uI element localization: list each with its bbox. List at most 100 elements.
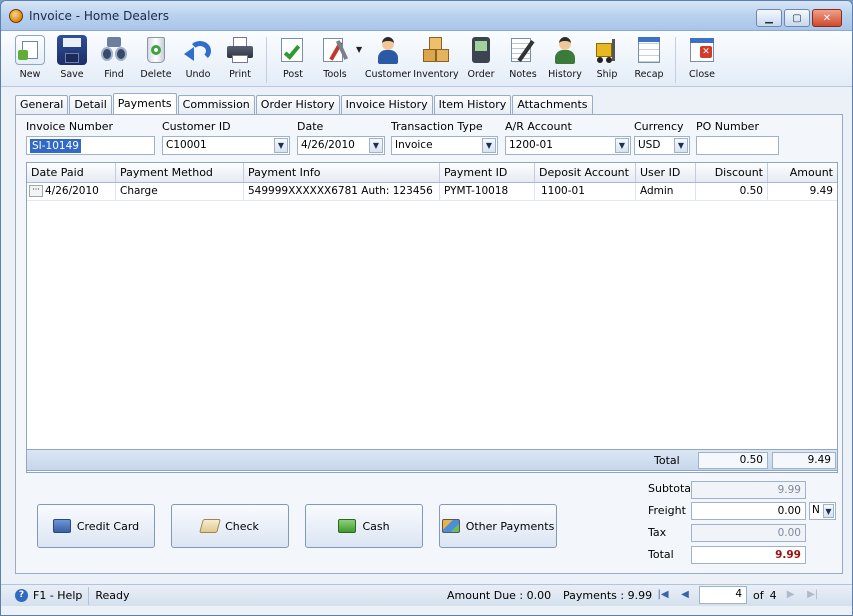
currency-combo[interactable]: USD ▼ bbox=[634, 136, 690, 155]
toolbar-label: Tools bbox=[323, 69, 347, 80]
cell-deposit-account[interactable]: 1100-01 bbox=[535, 183, 636, 200]
recycle-bin-icon bbox=[141, 35, 171, 65]
chevron-down-icon[interactable]: ▼ bbox=[274, 138, 288, 153]
record-number-input[interactable]: 4 bbox=[699, 586, 747, 604]
close-window-button[interactable]: ✕ bbox=[812, 9, 842, 27]
toolbar-label: Customer bbox=[364, 69, 412, 80]
freight-field[interactable]: 0.00 bbox=[691, 502, 806, 520]
tab-item-history[interactable]: Item History bbox=[433, 95, 512, 114]
toolbar-label: Order bbox=[467, 69, 495, 80]
chevron-down-icon[interactable]: ▼ bbox=[674, 138, 688, 153]
customer-id-label: Customer ID bbox=[162, 120, 231, 133]
tab-detail[interactable]: Detail bbox=[69, 95, 112, 114]
payments-total: Payments : 9.99 bbox=[563, 589, 653, 602]
grid-total-label: Total bbox=[654, 454, 680, 467]
cell-amount[interactable]: 9.49 bbox=[768, 183, 837, 200]
toolbar-label: New bbox=[19, 69, 41, 80]
maximize-button[interactable]: ▢ bbox=[784, 9, 810, 27]
toolbar-post-button[interactable]: Post bbox=[272, 35, 314, 80]
first-record-icon[interactable]: |◀ bbox=[655, 587, 671, 603]
total-amount: 9.49 bbox=[772, 452, 836, 469]
app-icon bbox=[9, 8, 23, 23]
toolbar-tools-button[interactable]: Tools bbox=[314, 35, 356, 80]
transaction-type-combo[interactable]: Invoice ▼ bbox=[391, 136, 498, 155]
column-header-user-id[interactable]: User ID bbox=[636, 163, 696, 182]
customer-id-combo[interactable]: C10001 ▼ bbox=[162, 136, 290, 155]
cell-payment-info[interactable]: 549999XXXXXX6781 Auth: 123456 bbox=[244, 183, 440, 200]
ar-account-combo[interactable]: 1200-01 ▼ bbox=[505, 136, 631, 155]
subtotal-label: Subtotal bbox=[648, 482, 695, 495]
freight-type-value: N bbox=[812, 504, 820, 516]
check-label: Check bbox=[225, 519, 259, 533]
toolbar-label: Undo bbox=[185, 69, 211, 80]
ellipsis-button[interactable]: ··· bbox=[29, 185, 43, 197]
toolbar-print-button[interactable]: Print bbox=[219, 35, 261, 80]
credit-card-button[interactable]: Credit Card bbox=[37, 504, 155, 548]
toolbar-customer-button[interactable]: Customer bbox=[364, 35, 412, 80]
toolbar-notes-button[interactable]: Notes bbox=[502, 35, 544, 80]
toolbar-label: Save bbox=[60, 69, 84, 80]
help-button[interactable]: ? F1 - Help bbox=[1, 586, 90, 605]
help-icon: ? bbox=[15, 589, 28, 602]
cell-discount[interactable]: 0.50 bbox=[696, 183, 768, 200]
previous-record-icon[interactable]: ◀ bbox=[677, 587, 693, 603]
toolbar-history-button[interactable]: History bbox=[544, 35, 586, 80]
tab-general[interactable]: General bbox=[15, 95, 69, 114]
currency-label: Currency bbox=[634, 120, 684, 133]
toolbar-recap-button[interactable]: Recap bbox=[628, 35, 670, 80]
undo-arrow-icon bbox=[183, 35, 213, 65]
toolbar-label: Print bbox=[229, 69, 251, 80]
cell-payment-id[interactable]: PYMT-10018 bbox=[440, 183, 535, 200]
tab-payments[interactable]: Payments bbox=[112, 93, 177, 114]
other-payments-button[interactable]: Other Payments bbox=[439, 504, 557, 548]
tab-invoice-history[interactable]: Invoice History bbox=[340, 95, 433, 114]
toolbar-delete-button[interactable]: Delete bbox=[135, 35, 177, 80]
column-header-amount[interactable]: Amount bbox=[768, 163, 837, 182]
date-picker[interactable]: 4/26/2010 ▼ bbox=[297, 136, 385, 155]
toolbar-order-button[interactable]: Order bbox=[460, 35, 502, 80]
toolbar-save-button[interactable]: Save bbox=[51, 35, 93, 80]
toolbar-ship-button[interactable]: Ship bbox=[586, 35, 628, 80]
next-record-icon[interactable]: ▶ bbox=[783, 587, 799, 603]
toolbar-new-button[interactable]: New bbox=[9, 35, 51, 80]
column-header-payment-method[interactable]: Payment Method bbox=[116, 163, 244, 182]
toolbar-undo-button[interactable]: Undo bbox=[177, 35, 219, 80]
tab-commission[interactable]: Commission bbox=[177, 95, 255, 114]
column-header-discount[interactable]: Discount bbox=[696, 163, 768, 182]
tab-strip: General Detail Payments Commission Order… bbox=[15, 93, 594, 114]
chevron-down-icon[interactable]: ▼ bbox=[369, 138, 383, 153]
cell-payment-method[interactable]: Charge bbox=[116, 183, 244, 200]
tools-dropdown-arrow[interactable]: ▼ bbox=[356, 45, 364, 54]
table-row[interactable]: ··· 4/26/2010 Charge 549999XXXXXX6781 Aut… bbox=[27, 183, 837, 201]
column-header-payment-info[interactable]: Payment Info bbox=[244, 163, 440, 182]
cell-date-paid[interactable]: ··· 4/26/2010 bbox=[27, 183, 116, 200]
tab-attachments[interactable]: Attachments bbox=[512, 95, 593, 114]
minimize-button[interactable]: ▁ bbox=[756, 9, 782, 27]
check-pen-icon bbox=[199, 519, 221, 533]
close-window-icon: ✕ bbox=[687, 35, 717, 65]
chevron-down-icon[interactable]: ▼ bbox=[482, 138, 496, 153]
toolbar-label: Post bbox=[283, 69, 303, 80]
column-header-payment-id[interactable]: Payment ID bbox=[440, 163, 535, 182]
freight-type-combo[interactable]: N ▼ bbox=[809, 502, 836, 520]
check-button[interactable]: Check bbox=[171, 504, 289, 548]
column-header-deposit-account[interactable]: Deposit Account bbox=[535, 163, 636, 182]
currency-value: USD bbox=[638, 139, 661, 151]
cell-user-id[interactable]: Admin bbox=[636, 183, 696, 200]
chevron-down-icon[interactable]: ▼ bbox=[615, 138, 629, 153]
last-record-icon[interactable]: ▶| bbox=[805, 587, 821, 603]
chevron-down-icon[interactable]: ▼ bbox=[823, 504, 834, 518]
toolbar-label: Ship bbox=[596, 69, 618, 80]
cash-button[interactable]: Cash bbox=[305, 504, 423, 548]
other-payments-icon bbox=[441, 519, 460, 533]
post-checkmark-icon bbox=[278, 35, 308, 65]
invoice-number-field[interactable]: SI-10149 bbox=[26, 136, 155, 155]
toolbar-find-button[interactable]: Find bbox=[93, 35, 135, 80]
tab-order-history[interactable]: Order History bbox=[255, 95, 340, 114]
of-label: of bbox=[753, 588, 764, 602]
column-header-date-paid[interactable]: Date Paid bbox=[27, 163, 116, 182]
po-number-field[interactable] bbox=[696, 136, 779, 155]
toolbar-inventory-button[interactable]: Inventory bbox=[412, 35, 460, 80]
tax-value: 0.00 bbox=[691, 524, 806, 542]
toolbar-close-button[interactable]: ✕ Close bbox=[681, 35, 723, 80]
